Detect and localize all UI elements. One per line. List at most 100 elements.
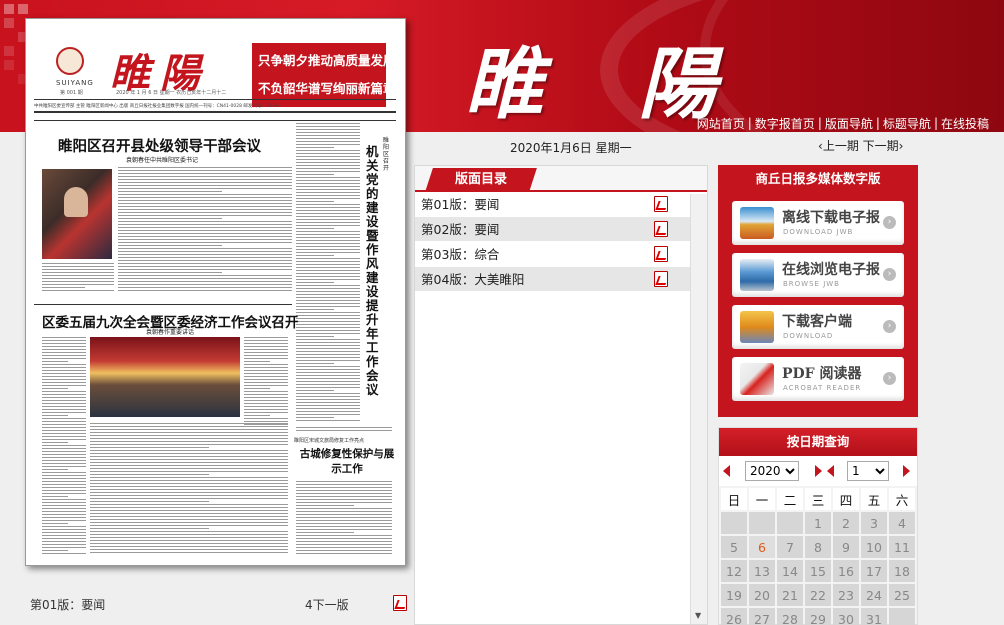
calendar-grid: 日一二三四五六 1 2 3 4 5 6 7 8 9 10 11 12 13 14 15 16 17 18 19 20 2… — [719, 486, 917, 625]
toc-scrollbar[interactable]: ▼ — [690, 194, 707, 624]
calendar-day[interactable]: 5 — [721, 536, 747, 558]
nav-submit[interactable]: 在线投稿 — [938, 115, 992, 132]
chevron-right-icon: › — [883, 216, 896, 229]
weekday-header: 日 — [721, 488, 747, 510]
client-download-button[interactable]: 下载客户端 DOWNLOAD › — [732, 305, 904, 349]
weekday-header: 一 — [749, 488, 775, 510]
pdf-icon[interactable] — [654, 271, 668, 287]
pdf-icon[interactable] — [654, 221, 668, 237]
calendar-day[interactable]: 30 — [833, 608, 859, 625]
headline-1[interactable]: 睢阳区召开县处级领导干部会议 — [58, 135, 261, 156]
calendar-day[interactable]: 22 — [805, 584, 831, 606]
calendar-day[interactable]: 6 — [749, 536, 775, 558]
current-page-label[interactable]: 第01版：要闻 — [30, 596, 105, 613]
calendar-day[interactable]: 3 — [861, 512, 887, 534]
year-select[interactable]: 2020 — [745, 461, 799, 481]
calendar-day[interactable]: 14 — [777, 560, 803, 582]
vertical-headline-kicker: 睢阳区召开 — [383, 137, 390, 172]
calendar-day[interactable]: 25 — [889, 584, 915, 606]
calendar-day[interactable]: 2 — [833, 512, 859, 534]
next-month-icon[interactable] — [903, 465, 910, 477]
calendar-day — [889, 608, 915, 625]
offline-download-button[interactable]: 离线下载电子报 DOWNLOAD JWB › — [732, 201, 904, 245]
calendar-day[interactable]: 26 — [721, 608, 747, 625]
calendar-day[interactable]: 21 — [777, 584, 803, 606]
seal-icon — [56, 47, 84, 75]
calendar-day[interactable]: 15 — [805, 560, 831, 582]
toc-item[interactable]: 第02版：要闻 — [415, 217, 691, 242]
next-year-icon[interactable] — [815, 465, 822, 477]
weekday-header: 五 — [861, 488, 887, 510]
prev-year-icon[interactable] — [723, 465, 730, 477]
pdf-icon[interactable] — [654, 246, 668, 262]
next-issue-link[interactable]: 下一期› — [863, 139, 904, 153]
calendar-day[interactable]: 12 — [721, 560, 747, 582]
page-toc: 版面目录 第01版：要闻 第02版：要闻 第03版：综合 第04版：大美睢阳 ▼ — [414, 165, 708, 625]
seal-text: SUIYANG — [56, 79, 94, 87]
chevron-right-icon: › — [883, 372, 896, 385]
toc-item[interactable]: 第01版：要闻 — [415, 192, 691, 217]
headline-2-sub: 袁朝春作重要讲话 — [146, 329, 195, 336]
pdf-download-icon[interactable] — [393, 595, 407, 611]
photo-speaker — [42, 169, 112, 259]
issue-date: 2020年1月6日 星期一 — [510, 141, 632, 155]
calendar-day[interactable]: 29 — [805, 608, 831, 625]
vertical-headline[interactable]: 机关党的建设暨作风建设提升年工作会议 — [366, 145, 382, 397]
online-browse-button[interactable]: 在线浏览电子报 BROWSE JWB › — [732, 253, 904, 297]
pdf-icon[interactable] — [654, 196, 668, 212]
calendar-day[interactable]: 7 — [777, 536, 803, 558]
paper-infoline: 中共睢阳区委宣传部 主管 睢阳区新闻中心 出版 商丘日报社报业集团数字报 国内统… — [34, 104, 279, 109]
client-icon — [740, 311, 774, 343]
prev-month-icon[interactable] — [827, 465, 834, 477]
monitor-icon — [740, 259, 774, 291]
nav-epaper-home[interactable]: 数字报首页 — [752, 115, 818, 132]
calendar-day[interactable]: 28 — [777, 608, 803, 625]
calendar-day[interactable]: 19 — [721, 584, 747, 606]
calendar-day[interactable]: 13 — [749, 560, 775, 582]
calendar-day[interactable]: 9 — [833, 536, 859, 558]
calendar-day[interactable]: 27 — [749, 608, 775, 625]
paper-slogan: 只争朝夕推动高质量发展 不负韶华谱写绚丽新篇章 — [252, 43, 386, 107]
calendar-day[interactable]: 18 — [889, 560, 915, 582]
issue-number: 第 001 期 — [60, 90, 83, 96]
toc-item[interactable]: 第03版：综合 — [415, 242, 691, 267]
nav-home[interactable]: 网站首页 — [694, 115, 748, 132]
calendar-day[interactable]: 4 — [889, 512, 915, 534]
chevron-right-icon: › — [883, 268, 896, 281]
nav-page-nav[interactable]: 版面导航 — [822, 115, 876, 132]
calendar-day[interactable]: 11 — [889, 536, 915, 558]
toc-item[interactable]: 第04版：大美睢阳 — [415, 267, 691, 292]
calendar-day[interactable]: 31 — [861, 608, 887, 625]
pdf-reader-button[interactable]: PDF 阅读器 ACROBAT READER › — [732, 357, 904, 401]
acrobat-icon — [740, 363, 774, 395]
calendar-day — [749, 512, 775, 534]
next-page-link[interactable]: 4下一版 — [305, 596, 349, 613]
scroll-down-icon[interactable]: ▼ — [695, 611, 701, 620]
calendar-day[interactable]: 17 — [861, 560, 887, 582]
weekday-header: 三 — [805, 488, 831, 510]
newspaper-page[interactable]: SUIYANG 第 001 期 睢陽 2020 年 1 月 6 日 星期一 农历… — [25, 18, 406, 566]
calendar-title: 按日期查询 — [719, 428, 917, 456]
weekday-header: 四 — [833, 488, 859, 510]
calendar-day — [777, 512, 803, 534]
headline-1-sub: 袁朝春任中共睢阳区委书记 — [126, 157, 199, 164]
headline-3-kicker: 睢阳区宋城文旅局修复工作亮点 — [294, 438, 365, 444]
calendar-day[interactable]: 16 — [833, 560, 859, 582]
date-search-calendar: 按日期查询 2020 1 日一二三四五六 1 2 3 4 5 6 7 8 9 10 11 12 13 14… — [718, 427, 918, 625]
top-nav: 网站首页 | 数字报首页 | 版面导航 | 标题导航 | 在线投稿 — [694, 114, 992, 132]
toc-tab[interactable]: 版面目录 — [425, 168, 537, 192]
month-select[interactable]: 1 — [847, 461, 889, 481]
calendar-day[interactable]: 23 — [833, 584, 859, 606]
headline-3[interactable]: 古城修复性保护与展示工作 — [298, 447, 396, 477]
calendar-day[interactable]: 8 — [805, 536, 831, 558]
calendar-day — [721, 512, 747, 534]
nav-title-nav[interactable]: 标题导航 — [880, 115, 934, 132]
paper-dateline: 2020 年 1 月 6 日 星期一 农历己亥年十二月十二 — [116, 90, 227, 96]
calendar-day[interactable]: 10 — [861, 536, 887, 558]
media-panel: 商丘日报多媒体数字版 离线下载电子报 DOWNLOAD JWB › 在线浏览电子… — [718, 165, 918, 417]
prev-issue-link[interactable]: ‹上一期 — [818, 139, 859, 153]
calendar-day[interactable]: 20 — [749, 584, 775, 606]
calendar-day[interactable]: 24 — [861, 584, 887, 606]
photo-meeting-hall — [90, 337, 240, 417]
calendar-day[interactable]: 1 — [805, 512, 831, 534]
